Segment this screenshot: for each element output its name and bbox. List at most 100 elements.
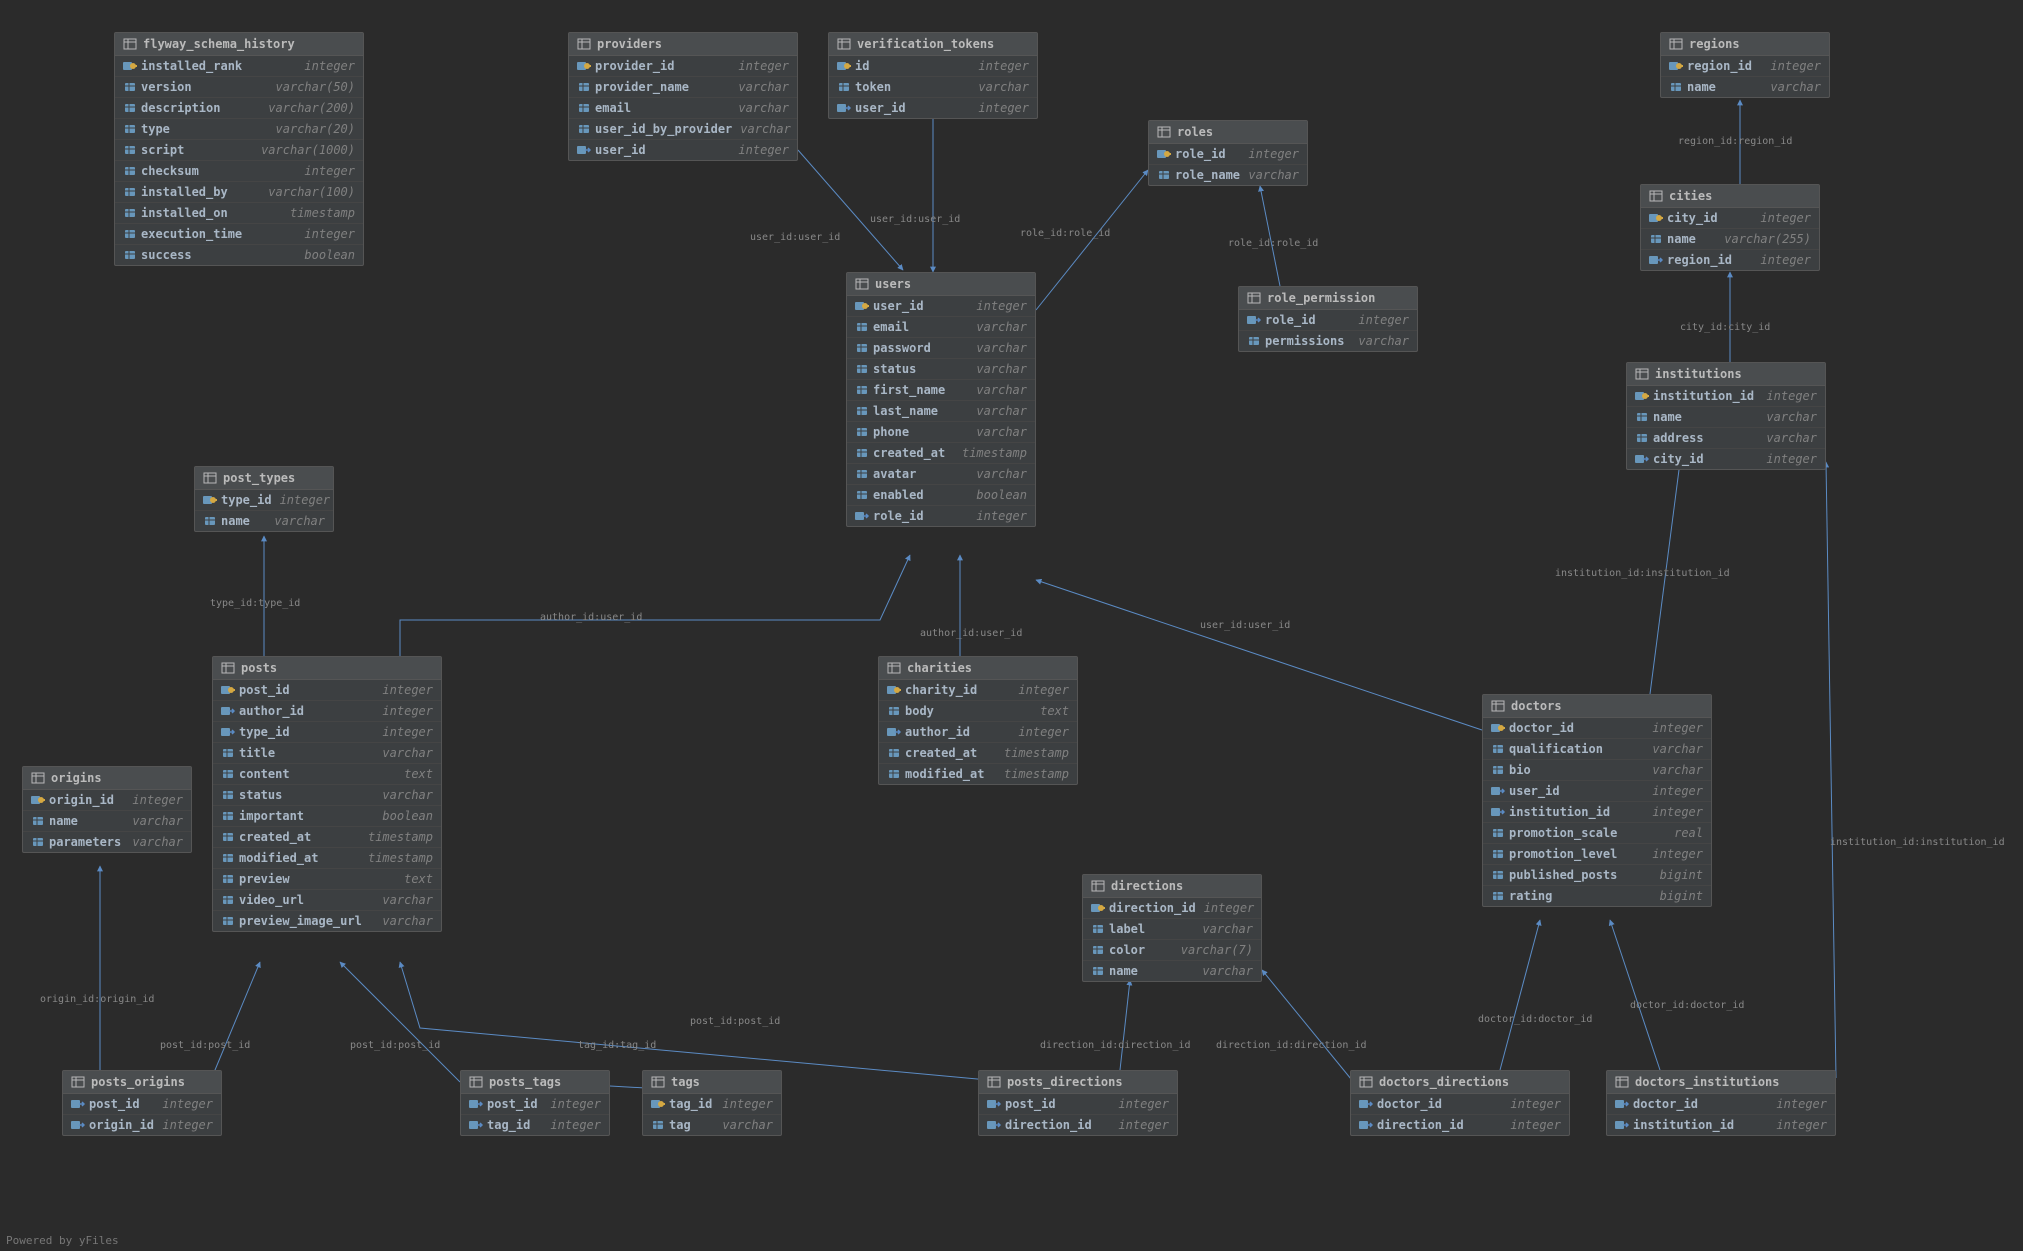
- table-header[interactable]: role_permission: [1239, 287, 1417, 310]
- table-header[interactable]: doctors: [1483, 695, 1711, 718]
- column-row[interactable]: previewtext: [213, 869, 441, 890]
- column-row[interactable]: post_idinteger: [213, 680, 441, 701]
- column-row[interactable]: institution_idinteger: [1627, 386, 1825, 407]
- column-row[interactable]: qualificationvarchar: [1483, 739, 1711, 760]
- column-row[interactable]: created_attimestamp: [847, 443, 1035, 464]
- column-row[interactable]: checksuminteger: [115, 161, 363, 182]
- table-header[interactable]: institutions: [1627, 363, 1825, 386]
- column-row[interactable]: user_idinteger: [829, 98, 1037, 118]
- column-row[interactable]: type_idinteger: [213, 722, 441, 743]
- column-row[interactable]: namevarchar: [1661, 77, 1829, 97]
- column-row[interactable]: versionvarchar(50): [115, 77, 363, 98]
- column-row[interactable]: origin_idinteger: [23, 790, 191, 811]
- column-row[interactable]: statusvarchar: [213, 785, 441, 806]
- column-row[interactable]: type_idinteger: [195, 490, 333, 511]
- column-row[interactable]: doctor_idinteger: [1483, 718, 1711, 739]
- table-doctors[interactable]: doctorsdoctor_idintegerqualificationvarc…: [1482, 694, 1712, 907]
- column-row[interactable]: passwordvarchar: [847, 338, 1035, 359]
- column-row[interactable]: user_idinteger: [569, 140, 797, 160]
- table-header[interactable]: posts: [213, 657, 441, 680]
- column-row[interactable]: post_idinteger: [63, 1094, 221, 1115]
- column-row[interactable]: emailvarchar: [847, 317, 1035, 338]
- table-header[interactable]: post_types: [195, 467, 333, 490]
- column-row[interactable]: idinteger: [829, 56, 1037, 77]
- table-institutions[interactable]: institutionsinstitution_idintegernamevar…: [1626, 362, 1826, 470]
- column-row[interactable]: tokenvarchar: [829, 77, 1037, 98]
- column-row[interactable]: labelvarchar: [1083, 919, 1261, 940]
- column-row[interactable]: post_idinteger: [461, 1094, 609, 1115]
- column-row[interactable]: institution_idinteger: [1607, 1115, 1835, 1135]
- table-header[interactable]: posts_origins: [63, 1071, 221, 1094]
- column-row[interactable]: execution_timeinteger: [115, 224, 363, 245]
- table-flyway_schema_history[interactable]: flyway_schema_historyinstalled_rankinteg…: [114, 32, 364, 266]
- column-row[interactable]: typevarchar(20): [115, 119, 363, 140]
- column-row[interactable]: role_idinteger: [1149, 144, 1307, 165]
- column-row[interactable]: addressvarchar: [1627, 428, 1825, 449]
- column-row[interactable]: created_attimestamp: [213, 827, 441, 848]
- table-header[interactable]: roles: [1149, 121, 1307, 144]
- column-row[interactable]: role_idinteger: [1239, 310, 1417, 331]
- table-posts_directions[interactable]: posts_directionspost_idintegerdirection_…: [978, 1070, 1178, 1136]
- table-tags[interactable]: tagstag_idintegertagvarchar: [642, 1070, 782, 1136]
- column-row[interactable]: city_idinteger: [1627, 449, 1825, 469]
- column-row[interactable]: video_urlvarchar: [213, 890, 441, 911]
- column-row[interactable]: emailvarchar: [569, 98, 797, 119]
- column-row[interactable]: city_idinteger: [1641, 208, 1819, 229]
- table-header[interactable]: charities: [879, 657, 1077, 680]
- table-header[interactable]: verification_tokens: [829, 33, 1037, 56]
- table-header[interactable]: directions: [1083, 875, 1261, 898]
- column-row[interactable]: colorvarchar(7): [1083, 940, 1261, 961]
- column-row[interactable]: contenttext: [213, 764, 441, 785]
- column-row[interactable]: provider_namevarchar: [569, 77, 797, 98]
- table-header[interactable]: flyway_schema_history: [115, 33, 363, 56]
- table-header[interactable]: cities: [1641, 185, 1819, 208]
- column-row[interactable]: institution_idinteger: [1483, 802, 1711, 823]
- column-row[interactable]: installed_ontimestamp: [115, 203, 363, 224]
- column-row[interactable]: first_namevarchar: [847, 380, 1035, 401]
- table-providers[interactable]: providersprovider_idintegerprovider_name…: [568, 32, 798, 161]
- table-users[interactable]: usersuser_idintegeremailvarcharpasswordv…: [846, 272, 1036, 527]
- table-header[interactable]: doctors_directions: [1351, 1071, 1569, 1094]
- column-row[interactable]: promotion_scalereal: [1483, 823, 1711, 844]
- column-row[interactable]: modified_attimestamp: [879, 764, 1077, 784]
- column-row[interactable]: user_id_by_providervarchar: [569, 119, 797, 140]
- column-row[interactable]: region_idinteger: [1661, 56, 1829, 77]
- column-row[interactable]: preview_image_urlvarchar: [213, 911, 441, 931]
- column-row[interactable]: modified_attimestamp: [213, 848, 441, 869]
- table-regions[interactable]: regionsregion_idintegernamevarchar: [1660, 32, 1830, 98]
- column-row[interactable]: published_postsbigint: [1483, 865, 1711, 886]
- column-row[interactable]: installed_byvarchar(100): [115, 182, 363, 203]
- column-row[interactable]: ratingbigint: [1483, 886, 1711, 906]
- table-posts[interactable]: postspost_idintegerauthor_idintegertype_…: [212, 656, 442, 932]
- column-row[interactable]: user_idinteger: [847, 296, 1035, 317]
- table-posts_tags[interactable]: posts_tagspost_idintegertag_idinteger: [460, 1070, 610, 1136]
- table-verification_tokens[interactable]: verification_tokensidintegertokenvarchar…: [828, 32, 1038, 119]
- column-row[interactable]: charity_idinteger: [879, 680, 1077, 701]
- table-role_permission[interactable]: role_permissionrole_idintegerpermissions…: [1238, 286, 1418, 352]
- column-row[interactable]: statusvarchar: [847, 359, 1035, 380]
- diagram-canvas[interactable]: flyway_schema_historyinstalled_rankinteg…: [0, 0, 2023, 1251]
- column-row[interactable]: namevarchar: [23, 811, 191, 832]
- table-post_types[interactable]: post_typestype_idintegernamevarchar: [194, 466, 334, 532]
- column-row[interactable]: importantboolean: [213, 806, 441, 827]
- column-row[interactable]: descriptionvarchar(200): [115, 98, 363, 119]
- column-row[interactable]: origin_idinteger: [63, 1115, 221, 1135]
- column-row[interactable]: namevarchar: [1083, 961, 1261, 981]
- column-row[interactable]: permissionsvarchar: [1239, 331, 1417, 351]
- table-posts_origins[interactable]: posts_originspost_idintegerorigin_idinte…: [62, 1070, 222, 1136]
- column-row[interactable]: installed_rankinteger: [115, 56, 363, 77]
- column-row[interactable]: namevarchar(255): [1641, 229, 1819, 250]
- column-row[interactable]: direction_idinteger: [979, 1115, 1177, 1135]
- table-header[interactable]: doctors_institutions: [1607, 1071, 1835, 1094]
- table-cities[interactable]: citiescity_idintegernamevarchar(255)regi…: [1640, 184, 1820, 271]
- column-row[interactable]: tag_idinteger: [461, 1115, 609, 1135]
- table-header[interactable]: providers: [569, 33, 797, 56]
- table-header[interactable]: users: [847, 273, 1035, 296]
- column-row[interactable]: post_idinteger: [979, 1094, 1177, 1115]
- column-row[interactable]: promotion_levelinteger: [1483, 844, 1711, 865]
- column-row[interactable]: created_attimestamp: [879, 743, 1077, 764]
- table-directions[interactable]: directionsdirection_idintegerlabelvarcha…: [1082, 874, 1262, 982]
- column-row[interactable]: enabledboolean: [847, 485, 1035, 506]
- column-row[interactable]: direction_idinteger: [1083, 898, 1261, 919]
- table-header[interactable]: posts_directions: [979, 1071, 1177, 1094]
